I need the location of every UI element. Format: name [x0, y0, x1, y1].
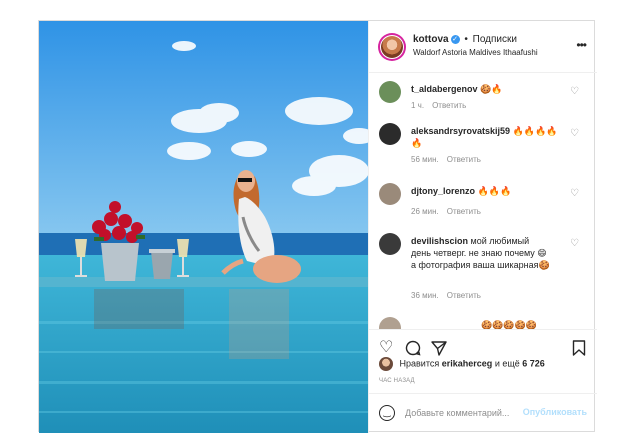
publish-button[interactable]: Опубликовать: [523, 407, 587, 417]
comment-input[interactable]: [405, 405, 525, 421]
comment-time[interactable]: 36 мин.: [411, 291, 439, 300]
liker-avatar[interactable]: [379, 357, 393, 371]
author-username[interactable]: kottova: [413, 34, 449, 45]
comment-like-icon[interactable]: ♡: [570, 188, 579, 199]
following-button[interactable]: Подписки: [473, 34, 517, 45]
reply-button[interactable]: Ответить: [432, 101, 466, 110]
instagram-post: kottova ✓ • Подписки Waldorf Astoria Mald…: [38, 20, 597, 433]
post-photo[interactable]: [39, 21, 368, 433]
comment-meta: 56 мин. Ответить: [411, 155, 481, 164]
post-sidebar: kottova ✓ • Подписки Waldorf Astoria Mald…: [368, 21, 597, 433]
comment-username[interactable]: t_aldabergenov: [411, 84, 478, 94]
comment-body: 🔥🔥🔥: [477, 186, 512, 196]
heart-icon[interactable]: ♡: [379, 340, 393, 356]
reply-button[interactable]: Ответить: [447, 291, 481, 300]
comments-list[interactable]: t_aldabergenov 🍪🔥 1 ч. Ответить ♡ aleksan…: [369, 73, 597, 329]
author-line: kottova ✓ • Подписки: [413, 34, 517, 45]
comment-text: djtony_lorenzo 🔥🔥🔥: [411, 185, 561, 197]
comment-time[interactable]: 1 ч.: [411, 101, 424, 110]
author-avatar[interactable]: [378, 33, 406, 61]
comment-meta: 1 ч. Ответить: [411, 101, 466, 110]
comment-time[interactable]: 56 мин.: [411, 155, 439, 164]
reply-button[interactable]: Ответить: [447, 207, 481, 216]
comment-text: t_aldabergenov 🍪🔥: [411, 83, 561, 95]
comment-time[interactable]: 26 мин.: [411, 207, 439, 216]
comment-meta: 26 мин. Ответить: [411, 207, 481, 216]
comment-text: aleksandrsyrovatskij59 🔥🔥🔥🔥🔥: [411, 125, 561, 149]
comment-body: 🍪🔥: [480, 84, 503, 94]
comment-username[interactable]: aleksandrsyrovatskij59: [411, 126, 510, 136]
comment-avatar[interactable]: [379, 233, 401, 255]
comment-avatar[interactable]: [379, 123, 401, 145]
post-location[interactable]: Waldorf Astoria Maldives Ithaafushi: [413, 48, 538, 57]
likes-count[interactable]: 6 726: [522, 358, 545, 368]
verified-badge-icon: ✓: [450, 34, 460, 44]
liker-username[interactable]: erikaherceg: [442, 358, 493, 368]
more-options-icon[interactable]: •••: [576, 38, 587, 52]
comment-username[interactable]: djtony_lorenzo: [411, 186, 475, 196]
bookmark-icon[interactable]: [572, 340, 586, 360]
comment-like-icon[interactable]: ♡: [570, 238, 579, 249]
separator-dot: •: [464, 34, 468, 45]
add-comment-bar: ‿ Опубликовать: [369, 393, 597, 433]
post-header: kottova ✓ • Подписки Waldorf Astoria Mald…: [369, 21, 597, 73]
post-time[interactable]: ЧАС НАЗАД: [379, 378, 415, 384]
likes-summary: Нравится erikaherceg и ещё 6 726: [379, 357, 545, 371]
comment-body: 🍪🍪🍪🍪🍪: [481, 320, 538, 329]
smiley-icon[interactable]: ‿: [379, 405, 395, 421]
reply-button[interactable]: Ответить: [447, 155, 481, 164]
comment-avatar[interactable]: [379, 183, 401, 205]
likes-suffix: и ещё: [494, 358, 520, 369]
comment-avatar[interactable]: [379, 81, 401, 103]
comment-username[interactable]: devilishscion: [411, 236, 468, 246]
pool-photo-illustration: [39, 21, 368, 433]
comment-like-icon[interactable]: ♡: [570, 128, 579, 139]
comment-text: 🍪🍪🍪🍪🍪: [411, 319, 561, 329]
likes-prefix: Нравится: [399, 358, 440, 369]
comment-like-icon[interactable]: ♡: [570, 86, 579, 97]
comment-avatar[interactable]: [379, 317, 401, 329]
comment-meta: 36 мин. Ответить: [411, 291, 481, 300]
comment-text: devilishscion мой любимый день четверг. …: [411, 235, 551, 271]
